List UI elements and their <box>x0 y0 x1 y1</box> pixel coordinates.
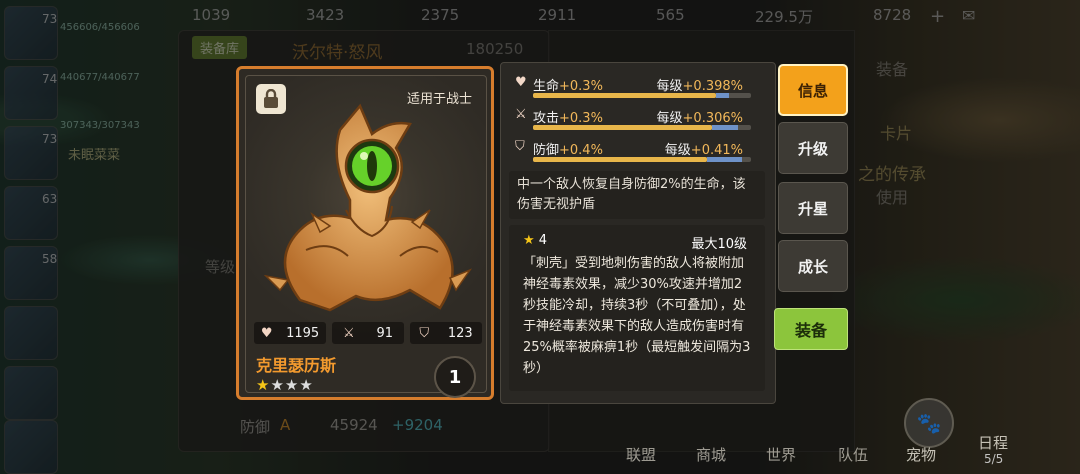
per-level-label: 每级 <box>656 79 683 94</box>
stat-bar <box>533 125 751 130</box>
stat-value: +0.3% <box>559 111 603 126</box>
per-level-value: +0.306% <box>682 111 743 126</box>
nav-shop[interactable]: 商城 <box>696 444 726 465</box>
stat-label: 防御 <box>533 143 560 158</box>
stat-bar-fill <box>533 93 717 98</box>
stat-bar-fill <box>533 157 708 162</box>
heart-icon: ♥ <box>515 75 527 90</box>
card-def-value: 123 <box>447 325 473 341</box>
schedule-count: 5/5 <box>984 452 1004 466</box>
paw-icon[interactable]: 🐾 <box>904 398 954 448</box>
star-icon: ★ <box>523 233 535 248</box>
stat-row-atk: ⚔ 攻击+0.3% 每级+0.306% <box>515 103 767 131</box>
shield-icon: ⛉ <box>515 139 525 154</box>
nav-world[interactable]: 世界 <box>766 444 796 465</box>
star-up-button[interactable]: 升星 <box>778 182 848 234</box>
sword-icon: ⚔ <box>515 107 527 122</box>
skill-level: ★ 4 <box>523 233 547 248</box>
card-hp-stat: ♥ 1195 <box>254 322 326 344</box>
card-atk-value: 91 <box>376 325 394 341</box>
nav-schedule[interactable]: 日程 <box>978 432 1008 453</box>
card-name: 克里瑟历斯 <box>256 356 337 375</box>
nav-team[interactable]: 队伍 <box>838 444 868 465</box>
passive-description: 中一个敌人恢复自身防御2%的生命，该伤害无视护盾 <box>509 171 765 219</box>
shield-icon: ⛉ <box>419 325 430 341</box>
stat-bar-bonus <box>711 125 738 130</box>
per-level-label: 每级 <box>656 111 683 126</box>
info-button[interactable]: 信息 <box>778 64 848 116</box>
card-def-stat: ⛉ 123 <box>410 322 482 344</box>
stat-label: 生命 <box>533 79 560 94</box>
heart-icon: ♥ <box>260 325 273 341</box>
card-info-panel: ♥ 生命+0.3% 每级+0.398% ⚔ 攻击+0.3% 每级+0.306% … <box>500 62 776 404</box>
growth-button[interactable]: 成长 <box>778 240 848 292</box>
stat-row-def: ⛉ 防御+0.4% 每级+0.41% <box>515 135 767 163</box>
stat-value: +0.3% <box>559 79 603 94</box>
stat-row-hp: ♥ 生命+0.3% 每级+0.398% <box>515 71 767 99</box>
stat-value: +0.4% <box>559 143 603 158</box>
stat-bar-bonus <box>707 157 743 162</box>
stat-bar-bonus <box>716 93 730 98</box>
per-level-value: +0.398% <box>682 79 743 94</box>
card-frame: 适用于战士 ♥ 1195 ⚔ 91 ⛉ 123 克里瑟历斯 ★★★★ 1 <box>236 66 494 400</box>
star-gold: ★ <box>256 376 271 394</box>
scorpion-monster-illustration <box>263 103 473 312</box>
upgrade-button[interactable]: 升级 <box>778 122 848 174</box>
per-level-value: +0.41% <box>690 143 743 158</box>
card-stars: ★★★★ <box>256 376 314 394</box>
sword-icon: ⚔ <box>342 325 355 341</box>
star-grey: ★★★ <box>270 376 314 394</box>
stat-label: 攻击 <box>533 111 560 126</box>
skill-description: 「刺壳」受到地刺伤害的敌人将被附加神经毒素效果，减少30%攻速并增加2秒技能冷却… <box>523 256 751 376</box>
skill-box: ★ 4 最大10级 「刺壳」受到地刺伤害的敌人将被附加神经毒素效果，减少30%攻… <box>509 225 765 391</box>
skill-level-value: 4 <box>538 233 548 248</box>
equip-button[interactable]: 装备 <box>774 308 848 350</box>
card-atk-stat: ⚔ 91 <box>332 322 404 344</box>
stat-bar <box>533 157 751 162</box>
nav-alliance[interactable]: 联盟 <box>626 444 656 465</box>
skill-max-level: 最大10级 <box>691 237 747 252</box>
card-count: 1 <box>434 356 476 398</box>
stat-bar-fill <box>533 125 712 130</box>
nav-pet[interactable]: 宠物 <box>906 444 936 465</box>
stat-bar <box>533 93 751 98</box>
card-art-area: 适用于战士 ♥ 1195 ⚔ 91 ⛉ 123 克里瑟历斯 ★★★★ 1 <box>245 75 487 398</box>
per-level-label: 每级 <box>664 143 691 158</box>
card-hp-value: 1195 <box>286 325 320 341</box>
